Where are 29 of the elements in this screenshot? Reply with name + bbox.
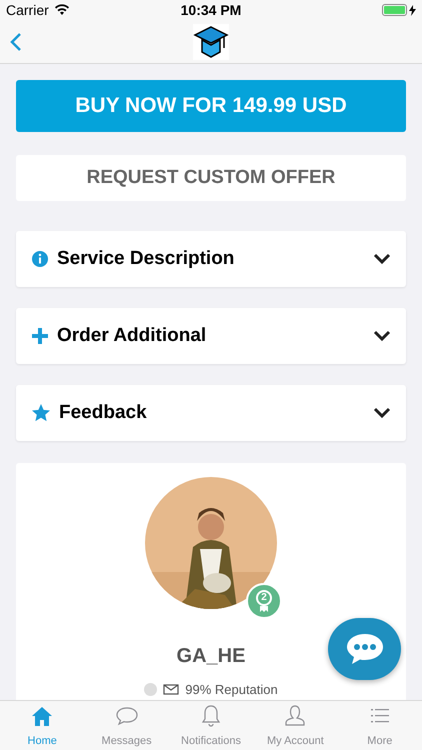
battery-icon [382, 4, 407, 16]
info-icon [31, 250, 49, 268]
tab-bar-item[interactable]: My Account [253, 701, 338, 750]
graduation-cap-logo [193, 24, 229, 60]
envelope-icon [163, 684, 180, 695]
chevron-down-icon [373, 407, 391, 419]
ribbon-icon [259, 606, 269, 612]
tab-bar-item[interactable]: Messages [84, 701, 169, 750]
charging-icon [408, 4, 416, 16]
tab-bar-item[interactable]: Notifications [168, 701, 254, 750]
accordion-header[interactable]: Service Description [16, 231, 406, 287]
tab-bar-item[interactable]: More [338, 701, 422, 750]
rank-badge: 2 [246, 583, 282, 619]
clock-time: 10:34 PM [180, 0, 242, 20]
back-chevron-icon [10, 32, 22, 52]
wifi-icon [54, 4, 70, 16]
chat-bubble-icon [346, 632, 384, 666]
accordion-header[interactable]: Feedback [16, 385, 406, 441]
chevron-down-icon [373, 253, 391, 265]
reputation-label: 99% Reputation [185, 683, 278, 696]
star-icon [31, 403, 51, 423]
carrier-label: Carrier [6, 0, 49, 20]
chevron-down-icon [373, 330, 391, 342]
plus-icon [31, 327, 49, 345]
buy-now-button[interactable]: BUY NOW FOR 149.99 USD [16, 80, 406, 132]
accordion-header[interactable]: Order Additional [16, 308, 406, 364]
tab-bar-item[interactable]: Home [0, 701, 84, 750]
request-offer-button[interactable]: REQUEST CUSTOM OFFER [16, 155, 406, 201]
username: GA_HE [176, 644, 246, 669]
